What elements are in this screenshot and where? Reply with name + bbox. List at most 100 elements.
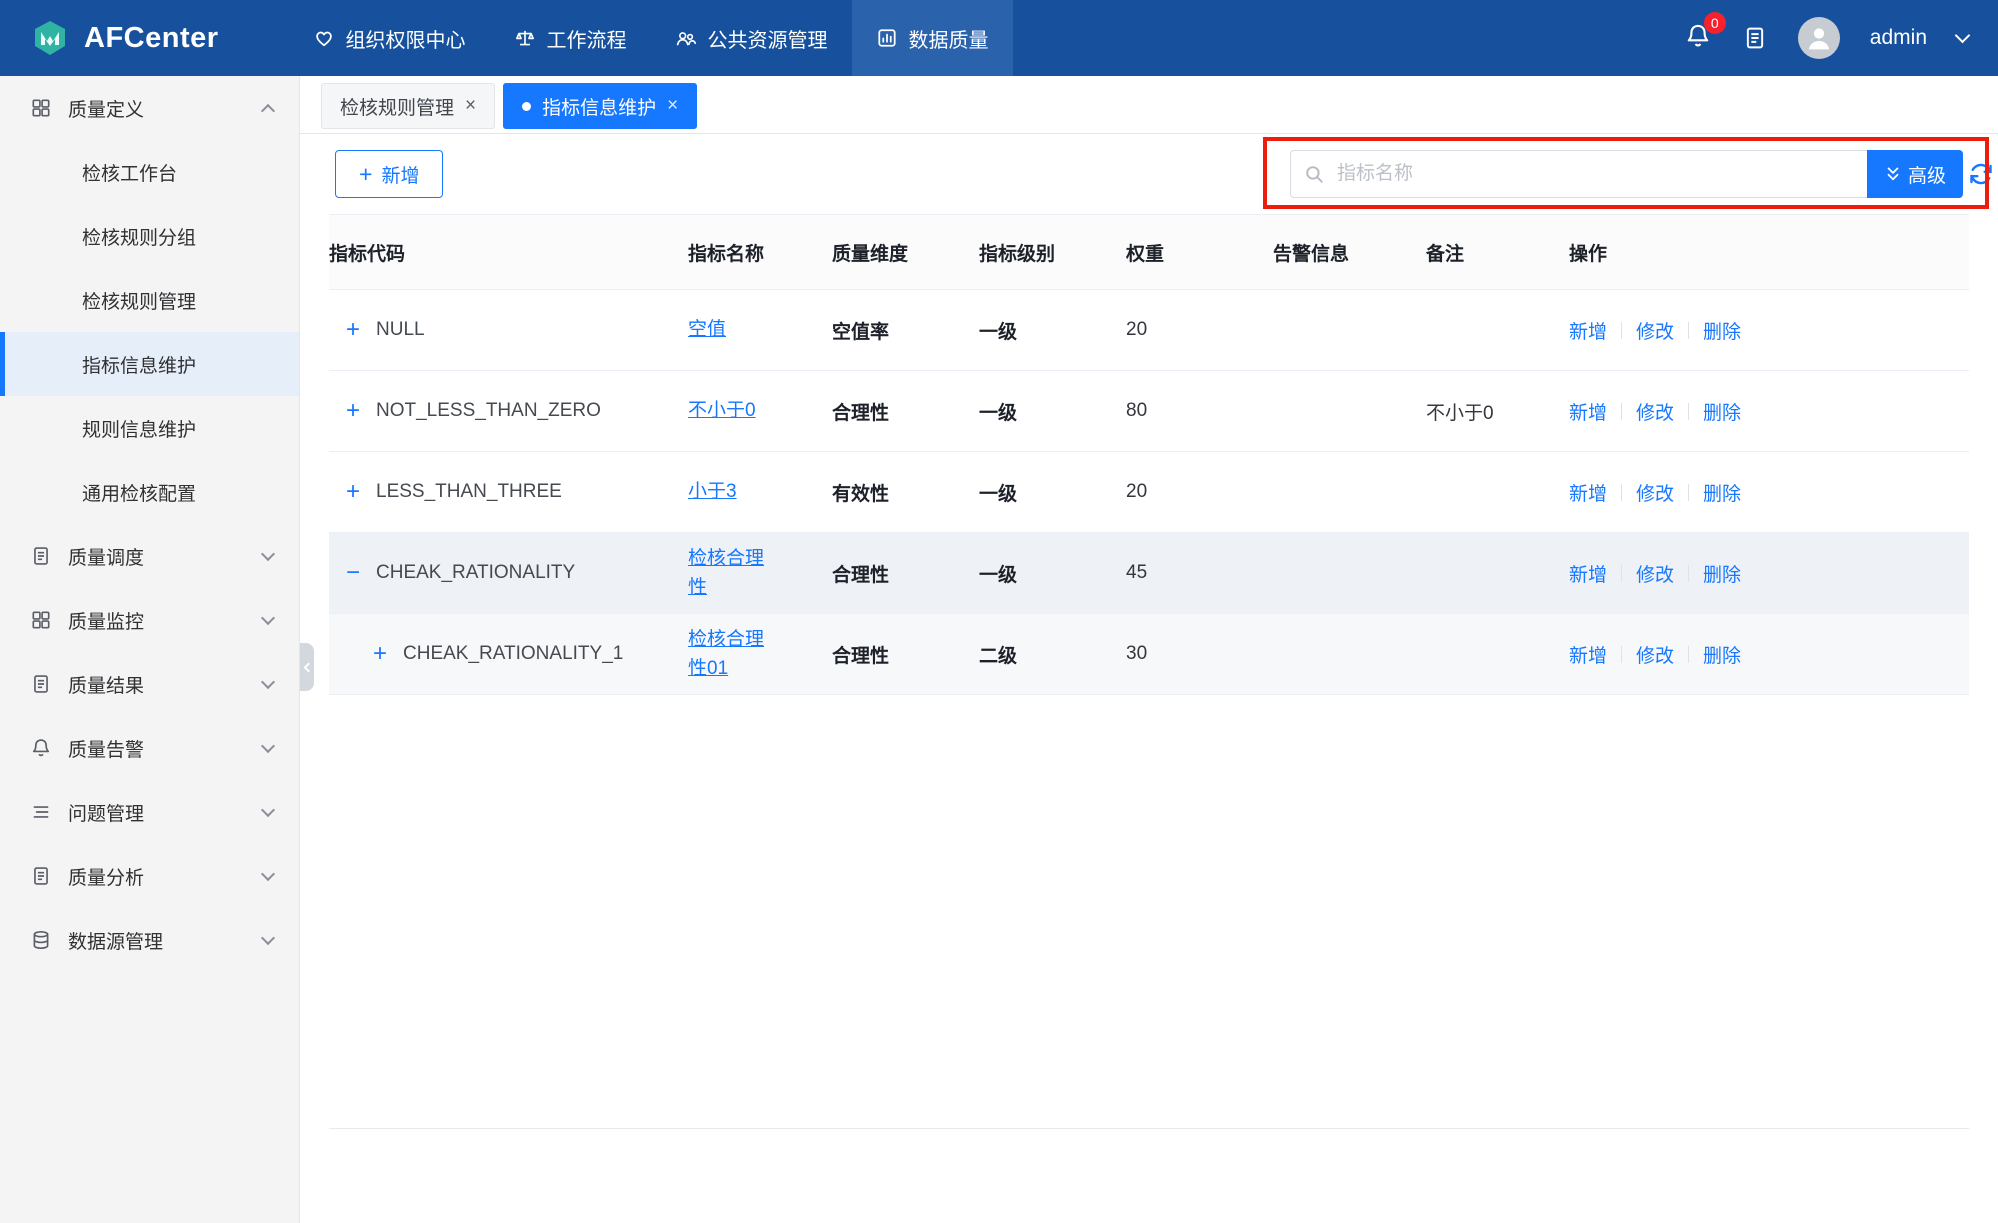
op-add-link[interactable]: 新增 (1569, 479, 1607, 506)
sidebar-item-0-0[interactable]: 检核工作台 (0, 140, 299, 204)
op-separator (1688, 646, 1689, 663)
scale-icon (514, 27, 536, 49)
close-icon[interactable]: × (465, 95, 476, 117)
chevron-down-icon (261, 866, 275, 880)
sidebar-group-label: 质量告警 (68, 735, 144, 762)
tab-strip: 检核规则管理×指标信息维护× (300, 76, 1998, 134)
op-edit-link[interactable]: 修改 (1636, 398, 1674, 425)
op-edit-link[interactable]: 修改 (1636, 641, 1674, 668)
sidebar-group-4[interactable]: 质量告警 (0, 716, 299, 780)
indicator-code: NULL (376, 319, 425, 341)
cell-note (1426, 533, 1569, 613)
search-box (1290, 150, 1867, 198)
cell-name: 不小于0 (688, 371, 832, 451)
cell-level: 一级 (979, 533, 1126, 613)
table-row: +CHEAK_RATIONALITY_1检核合理性01合理性二级30新增修改删除 (329, 614, 1969, 695)
column-header-7: 操作 (1569, 215, 1969, 289)
expand-row-icon[interactable]: + (342, 318, 364, 342)
search-icon (1303, 163, 1325, 185)
refresh-icon[interactable] (1967, 160, 1995, 188)
cell-operations: 新增 修改 删除 (1569, 371, 1969, 451)
indicator-name-link[interactable]: 检核合理性01 (688, 625, 766, 684)
indicator-name-link[interactable]: 空值 (688, 315, 766, 344)
cell-dimension: 合理性 (832, 371, 979, 451)
sidebar-item-0-1[interactable]: 检核规则分组 (0, 204, 299, 268)
topnav-item-0[interactable]: 组织权限中心 (289, 0, 490, 76)
op-separator (1688, 565, 1689, 582)
cell-code: +LESS_THAN_THREE (329, 452, 688, 532)
sidebar-group-2[interactable]: 质量监控 (0, 588, 299, 652)
brand: AFCenter (0, 0, 249, 76)
op-edit-link[interactable]: 修改 (1636, 560, 1674, 587)
op-separator (1621, 322, 1622, 339)
table-header: 指标代码指标名称质量维度指标级别权重告警信息备注操作 (329, 214, 1969, 290)
chevron-down-icon (261, 610, 275, 624)
op-add-link[interactable]: 新增 (1569, 398, 1607, 425)
chevron-down-icon (261, 802, 275, 816)
sidebar-item-0-4[interactable]: 规则信息维护 (0, 396, 299, 460)
expand-row-icon[interactable]: + (342, 399, 364, 423)
column-header-4: 权重 (1126, 215, 1273, 289)
sidebar-group-0[interactable]: 质量定义 (0, 76, 299, 140)
notifications-button[interactable]: 0 (1684, 22, 1712, 55)
grid-icon (30, 609, 52, 631)
expand-row-icon[interactable]: + (342, 480, 364, 504)
cell-code: −CHEAK_RATIONALITY (329, 533, 688, 613)
indicator-name-link[interactable]: 不小于0 (688, 396, 766, 425)
afcenter-logo-icon (30, 18, 70, 58)
cell-weight: 20 (1126, 290, 1273, 370)
sidebar-collapse-handle[interactable] (300, 643, 314, 691)
notification-count-badge: 0 (1704, 12, 1726, 34)
cell-note (1426, 614, 1569, 694)
op-add-link[interactable]: 新增 (1569, 317, 1607, 344)
sidebar-group-7[interactable]: 数据源管理 (0, 908, 299, 972)
add-button[interactable]: + 新增 (335, 150, 443, 198)
sidebar: 质量定义检核工作台检核规则分组检核规则管理指标信息维护规则信息维护通用检核配置质… (0, 76, 300, 1223)
sidebar-group-1[interactable]: 质量调度 (0, 524, 299, 588)
topnav-item-2[interactable]: 公共资源管理 (651, 0, 852, 76)
chevron-left-icon (304, 662, 314, 672)
close-icon[interactable]: × (667, 95, 678, 117)
collapse-row-icon[interactable]: − (342, 561, 364, 585)
sidebar-group-3[interactable]: 质量结果 (0, 652, 299, 716)
op-delete-link[interactable]: 删除 (1703, 560, 1741, 587)
search-input[interactable] (1290, 150, 1867, 198)
sidebar-group-5[interactable]: 问题管理 (0, 780, 299, 844)
sidebar-group-label: 质量定义 (68, 95, 144, 122)
chevron-down-icon[interactable] (1955, 28, 1971, 44)
sidebar-group-label: 质量分析 (68, 863, 144, 890)
sidebar-item-0-5[interactable]: 通用检核配置 (0, 460, 299, 524)
cell-weight: 80 (1126, 371, 1273, 451)
tab-1[interactable]: 指标信息维护× (503, 83, 697, 129)
avatar[interactable] (1798, 17, 1840, 59)
cell-level: 一级 (979, 371, 1126, 451)
sidebar-group-6[interactable]: 质量分析 (0, 844, 299, 908)
op-delete-link[interactable]: 删除 (1703, 641, 1741, 668)
topnav-right: 0 admin (1684, 0, 1998, 76)
op-delete-link[interactable]: 删除 (1703, 317, 1741, 344)
topnav-item-1[interactable]: 工作流程 (490, 0, 651, 76)
cell-alarm (1273, 371, 1426, 451)
expand-row-icon[interactable]: + (369, 642, 391, 666)
op-add-link[interactable]: 新增 (1569, 560, 1607, 587)
advanced-search-button[interactable]: 高级 (1867, 150, 1963, 198)
op-delete-link[interactable]: 删除 (1703, 398, 1741, 425)
op-edit-link[interactable]: 修改 (1636, 317, 1674, 344)
op-edit-link[interactable]: 修改 (1636, 479, 1674, 506)
tab-0[interactable]: 检核规则管理× (321, 83, 495, 129)
document-icon[interactable] (1742, 25, 1768, 51)
table-row: +LESS_THAN_THREE小于3有效性一级20新增修改删除 (329, 452, 1969, 533)
op-delete-link[interactable]: 删除 (1703, 479, 1741, 506)
cell-alarm (1273, 614, 1426, 694)
cell-level: 一级 (979, 452, 1126, 532)
indicator-name-link[interactable]: 小于3 (688, 477, 766, 506)
topnav-item-3[interactable]: 数据质量 (852, 0, 1013, 76)
cell-note (1426, 290, 1569, 370)
indicator-name-link[interactable]: 检核合理性 (688, 544, 766, 603)
user-name[interactable]: admin (1870, 26, 1927, 50)
sidebar-item-0-2[interactable]: 检核规则管理 (0, 268, 299, 332)
cell-code: +NOT_LESS_THAN_ZERO (329, 371, 688, 451)
op-add-link[interactable]: 新增 (1569, 641, 1607, 668)
sidebar-item-0-3[interactable]: 指标信息维护 (0, 332, 299, 396)
topnav-menu: 组织权限中心工作流程公共资源管理数据质量 (289, 0, 1013, 76)
